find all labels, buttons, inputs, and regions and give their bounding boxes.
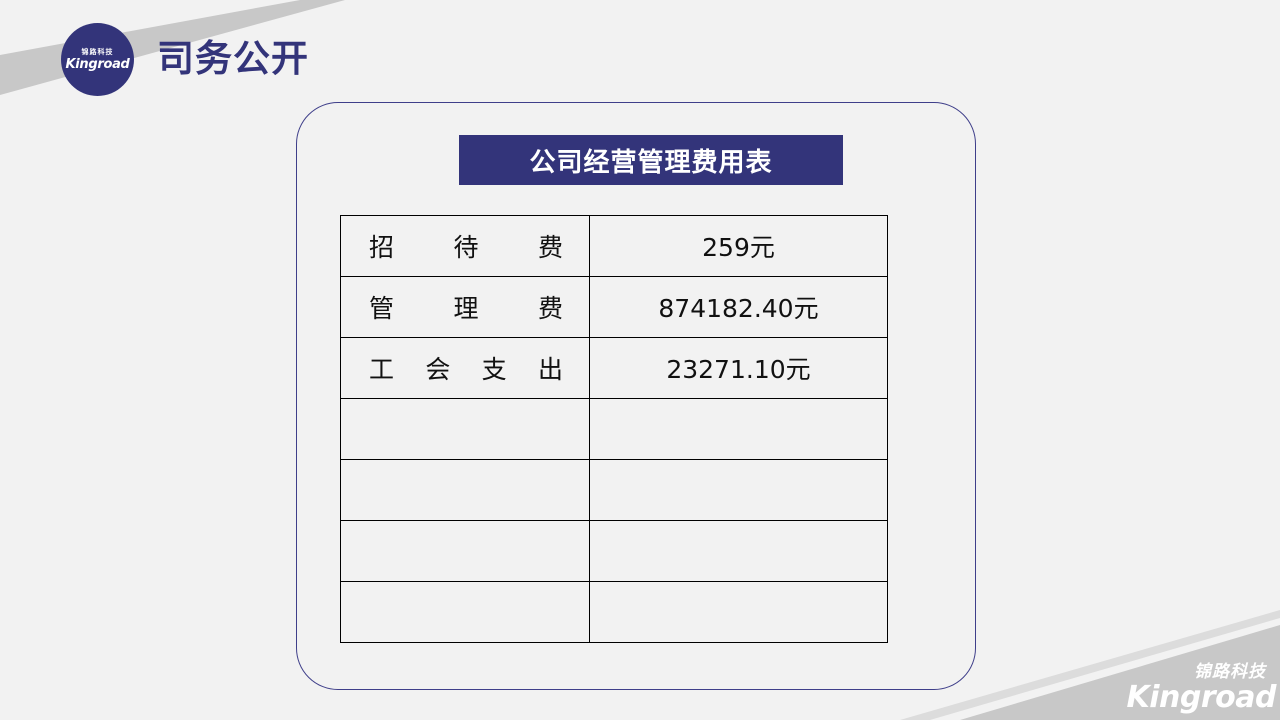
expense-amount: 874182.40元 (589, 276, 888, 338)
expense-table: 招待费 259元管理费 874182.40元工会支出 23271.10元 (340, 215, 888, 643)
footer-logo-english: Kingroad (1126, 680, 1277, 715)
table-title: 公司经营管理费用表 (459, 135, 843, 185)
expense-label-char: 费 (537, 233, 563, 262)
table-row: 工 会 支 出 23271.10元 (340, 337, 888, 399)
table-row (340, 520, 888, 582)
expense-label-char: 管 (369, 294, 395, 323)
expense-label-cell: 管理费 (340, 276, 590, 338)
expense-label-char: 出 (537, 355, 563, 384)
expense-label-cell (340, 398, 590, 460)
table-row (340, 581, 888, 643)
expense-label-char: 招 (369, 233, 395, 262)
slide: 锦路科技 Kingroad 司务公开 公司经营管理费用表 招待费 259元管理费 8… (0, 0, 1280, 720)
expense-label-char: 支 (481, 355, 507, 384)
footer-logo: 锦路科技 Kingroad (1127, 662, 1277, 714)
expense-amount (589, 459, 888, 521)
expense-label-char: 会 (425, 355, 451, 384)
expense-label-char: 待 (453, 233, 479, 262)
expense-label-cell: 工会支出 (340, 337, 590, 399)
expense-label-cell (340, 459, 590, 521)
company-logo: 锦路科技 Kingroad (61, 23, 134, 96)
expense-label: 工会支出 (369, 350, 563, 386)
table-row (340, 459, 888, 521)
expense-label-cell (340, 520, 590, 582)
expense-label-char: 理 (453, 294, 479, 323)
table-row: 管 理 费 874182.40元 (340, 276, 888, 338)
page-title: 司务公开 (157, 37, 309, 80)
table-row (340, 398, 888, 460)
expense-amount: 23271.10元 (589, 337, 888, 399)
expense-amount (589, 520, 888, 582)
expense-amount (589, 581, 888, 643)
expense-label: 管理费 (369, 289, 563, 325)
expense-label-char: 费 (537, 294, 563, 323)
footer-logo-chinese: 锦路科技 (1194, 662, 1266, 682)
expense-label-cell (340, 581, 590, 643)
expense-label: 招待费 (369, 228, 563, 264)
logo-english-name: Kingroad (65, 56, 130, 72)
expense-label-char: 工 (369, 355, 395, 384)
expense-amount: 259元 (589, 215, 888, 277)
table-row: 招 待 费 259元 (340, 215, 888, 277)
expense-label-cell: 招待费 (340, 215, 590, 277)
logo-chinese-name: 锦路科技 (81, 47, 114, 56)
expense-amount (589, 398, 888, 460)
